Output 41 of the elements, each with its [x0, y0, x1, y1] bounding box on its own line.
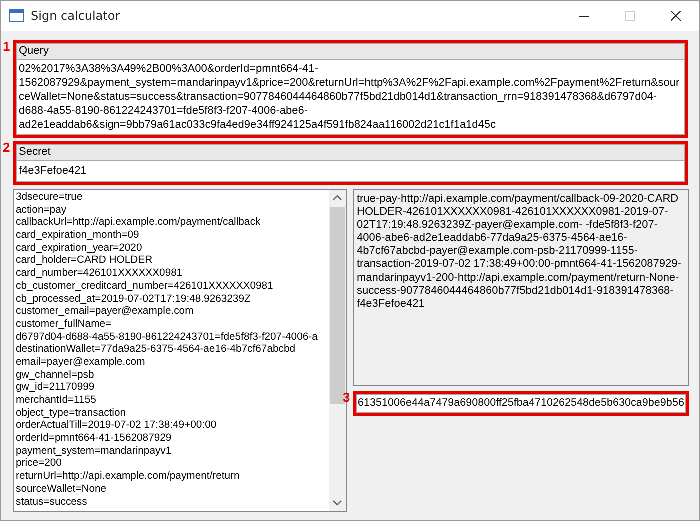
app-icon [9, 8, 25, 24]
annotation-number: 1 [3, 40, 10, 54]
field-label: Secret [16, 144, 685, 161]
annotation-number: 2 [3, 141, 10, 155]
list-item[interactable]: customer_email=payer@example.com [16, 306, 329, 319]
list-item[interactable]: orderId=pmnt664-41-1562087929 [16, 433, 329, 446]
list-item[interactable]: gw_id=21170999 [16, 382, 329, 395]
list-item[interactable]: card_number=426101XXXXXX0981 [16, 268, 329, 281]
list-item[interactable]: email=payer@example.com [16, 356, 329, 370]
scroll-up-icon [333, 195, 342, 201]
list-item[interactable]: card_expiration_month=09 [16, 230, 329, 243]
list-item[interactable]: cb_customer_creditcard_number=426101XXXXXX0981 [16, 280, 329, 294]
scroll-thumb[interactable] [330, 207, 345, 404]
list-item[interactable]: object_type=transaction [16, 408, 329, 420]
list-item[interactable]: 3dsecure=true [16, 192, 329, 205]
maximize-icon [625, 10, 635, 22]
list-item[interactable]: customer_fullName= [16, 318, 329, 332]
annotation-number: 3 [343, 391, 350, 405]
list-item[interactable]: d6797d04-d688-4a55-8190-861224243701=fde5f8f3-f207-4006-a [16, 332, 329, 344]
list-item[interactable]: card_holder=CARD HOLDER [16, 255, 329, 268]
list-item[interactable]: sourceWallet=None [16, 484, 329, 496]
list-item[interactable]: payment_system=mandarinpayv1 [16, 446, 329, 458]
list-item[interactable]: destinationWallet=77da9a25-6375-4564-ae16-4b7cf67abcbd [16, 344, 329, 357]
list-item[interactable]: status=success [16, 496, 329, 510]
scroll-down-icon [333, 500, 342, 506]
list-item[interactable]: action=pay [16, 204, 329, 218]
list-item[interactable]: card_expiration_year=2020 [16, 242, 329, 256]
list-item[interactable]: cb_processed_at=2019-07-02T17:19:48.9263239Z [16, 294, 329, 306]
window-title: Sign calculator [31, 9, 120, 23]
close-icon [671, 10, 681, 22]
list-item[interactable]: orderActualTill=2019-07-02 17:38:49+00:00 [16, 420, 329, 434]
list-item[interactable]: merchantId=1155 [16, 395, 329, 408]
sign-string-field[interactable]: true-pay-http://api.example.com/payment/callback-09-2020-CARD HOLDER-426101XXXXXX0981-426101XXXXXX0981-2019-07-02T17:19:48.9263239Z-payer@example.com- -fde5f8f3-f207-4006-abe6-ad2e1eaddab6-77da9a25-6375-4564-ae16-4b7cf67abcbd-payer@example.com-psb-21170999-1155-transaction-2019-07-02 17:38:49+00:00-pmnt664-41-1562087929-mandarinpayv1-200-http://api.example.com/payment/return-None-success-9077846044464860b77f5bd21db014d1-918391478368-f4e3Fefoe421 [353, 189, 690, 386]
query-field[interactable]: 02%2017%3A38%3A49%2B00%3A00&orderId=pmnt664-41-1562087929&payment_system=mandarinpayv1&price=200&returnUrl=http%3A%2F%2Fapi.example.com%2Fpayment%2Freturn&sourceWallet=None&status=success&transaction=9077846044464860b77f5bd21db014d1&transaction_rrn=918391478368&d6797d04-d688-4a55-8190-861224243701=fde5f8f3-f207-4006-abe6-ad2e1eaddab6&sign=9bb79a61ac033c9fa4ed9e34ff924125a4f591fb824aa116002d21c1f1a1d45c [16, 60, 685, 135]
secret-field[interactable]: f4e3Fefoe421 [16, 161, 685, 182]
field-label: Query [16, 43, 685, 60]
list-item[interactable]: callbackUrl=http://api.example.com/payment/callback [16, 217, 329, 230]
list-item[interactable]: returnUrl=http://api.example.com/payment/return [16, 471, 329, 484]
list-item[interactable]: price=200 [16, 458, 329, 472]
hash-field[interactable]: 61351006e44a7479a690800ff25fba4710262548de5b630ca9be9b56 [356, 394, 686, 413]
list-item[interactable]: gw_channel=psb [16, 370, 329, 382]
